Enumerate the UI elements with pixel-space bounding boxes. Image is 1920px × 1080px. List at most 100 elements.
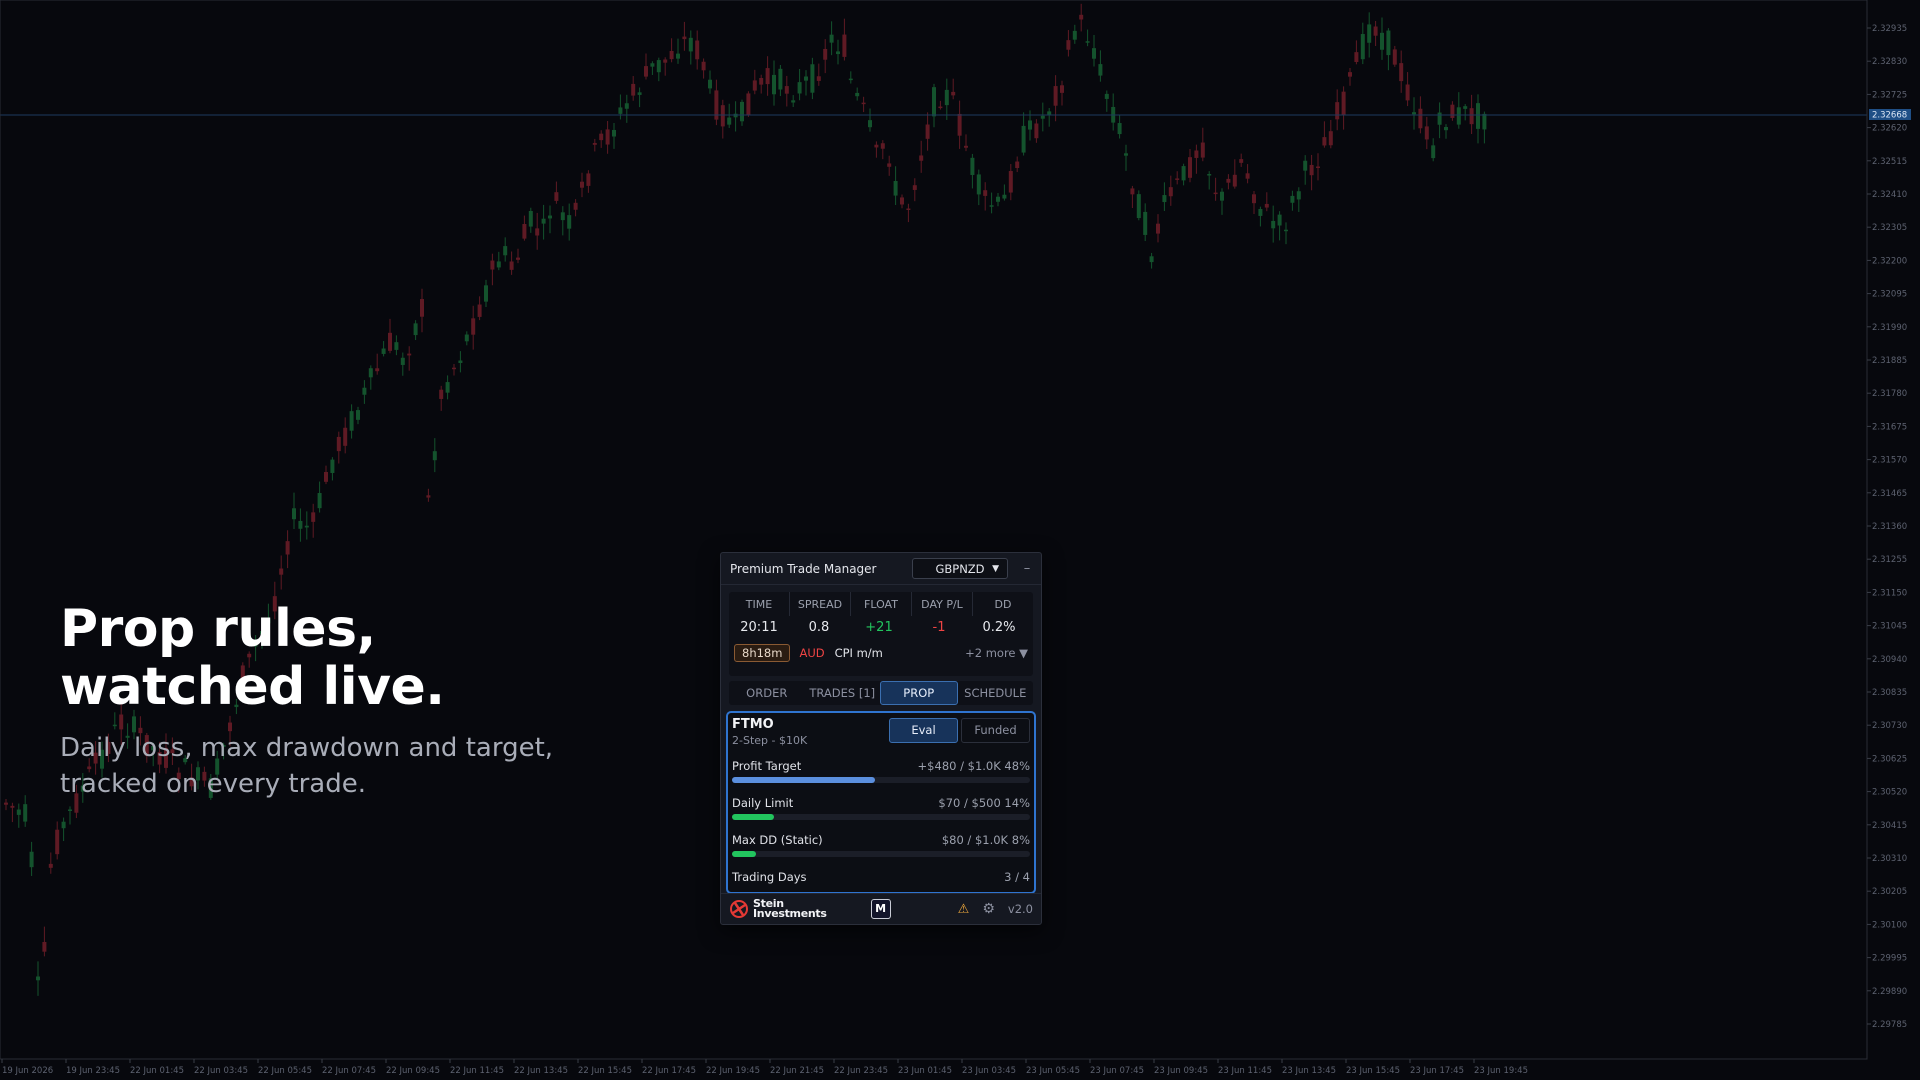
candle-body [720, 105, 725, 127]
time-label: 23 Jun 15:45 [1346, 1066, 1400, 1076]
price-label: 2.30730 [1872, 721, 1907, 731]
candle-body [4, 802, 8, 805]
candle-body [1322, 137, 1327, 146]
candle-body [1335, 102, 1340, 120]
symbol-select[interactable]: GBPNZD ▼ [912, 558, 1008, 579]
candle-body [1360, 34, 1365, 60]
tab-schedule[interactable]: SCHEDULE [958, 682, 1034, 704]
candle-body [1412, 112, 1416, 115]
tab-order[interactable]: ORDER [729, 682, 805, 704]
candle-body [861, 102, 866, 105]
tab-prop[interactable]: PROP [880, 681, 958, 705]
candle-body [759, 78, 764, 85]
candle-body [880, 143, 885, 149]
candle-body [528, 210, 533, 227]
price-label: 2.30835 [1872, 688, 1907, 698]
time-label: 22 Jun 21:45 [770, 1066, 824, 1076]
candle-body [330, 459, 335, 473]
candle-body [55, 829, 60, 855]
gear-icon[interactable]: ⚙ [982, 901, 995, 917]
candle-body [772, 74, 776, 95]
stats-header-day-pl: DAY P/L [912, 592, 973, 616]
candle-body [61, 821, 66, 829]
candle-body [1258, 209, 1263, 216]
progress-fill [732, 814, 774, 820]
chevron-down-icon: ▼ [992, 563, 999, 574]
candle-body [432, 451, 437, 461]
candle-body [631, 83, 636, 96]
candle-body [580, 181, 584, 188]
time-label: 23 Jun 19:45 [1474, 1066, 1528, 1076]
candle-body [1450, 104, 1455, 118]
rule-label: Trading Days [732, 870, 807, 884]
price-label: 2.32830 [1872, 57, 1907, 67]
day-pl-value: -1 [932, 620, 946, 635]
candle-body [848, 78, 853, 81]
candle-body [1136, 194, 1141, 219]
candle-body [36, 976, 40, 981]
candle-body [816, 76, 821, 81]
candle-body [797, 82, 802, 94]
firm-name: FTMO [732, 717, 774, 732]
candle-body [1418, 108, 1423, 129]
candle-body [1328, 131, 1333, 146]
candle-body [279, 568, 284, 575]
candle-body [1130, 188, 1135, 195]
candle-body [1444, 127, 1448, 131]
candle-body [349, 411, 354, 431]
price-label: 2.30310 [1872, 854, 1907, 864]
candle-body [471, 318, 476, 335]
price-label: 2.31570 [1872, 456, 1907, 466]
spread-value: 0.8 [808, 620, 830, 635]
rule-label: Profit Target [732, 759, 802, 773]
minimize-button[interactable]: – [1022, 561, 1032, 576]
funded-mode-button[interactable]: Funded [961, 718, 1030, 743]
tab-trades[interactable]: TRADES [1] [805, 682, 881, 704]
candle-body [1424, 126, 1429, 140]
time-label: 23 Jun 09:45 [1154, 1066, 1208, 1076]
candle-body [682, 36, 687, 40]
candle-body [548, 215, 552, 219]
candle-body [1284, 229, 1288, 232]
price-label: 2.30415 [1872, 821, 1907, 831]
candle-body [663, 59, 668, 63]
candle-body [1162, 195, 1167, 203]
eval-mode-button[interactable]: Eval [889, 718, 958, 743]
candle-body [1437, 112, 1442, 125]
warning-icon[interactable]: ⚠ [958, 902, 970, 917]
candle-body [810, 64, 815, 93]
time-label: 22 Jun 13:45 [514, 1066, 568, 1076]
candle-body [464, 334, 469, 342]
rule-label: Daily Limit [732, 796, 794, 810]
logo-icon [730, 900, 748, 918]
time-value: 20:11 [740, 620, 778, 635]
price-label: 2.30520 [1872, 788, 1907, 798]
price-label: 2.29995 [1872, 954, 1907, 964]
candle-body [1264, 203, 1269, 208]
more-news-toggle[interactable]: +2 more ▼ [965, 646, 1028, 660]
m-button[interactable]: M [870, 899, 891, 919]
rule-value: $70 / $500 14% [938, 796, 1030, 810]
time-label: 19 Jun 23:45 [66, 1066, 120, 1076]
trade-manager-panel: Premium Trade Manager GBPNZD ▼ – TIME SP… [720, 552, 1042, 925]
daily-limit-rule: Daily Limit $70 / $500 14% [732, 790, 1030, 827]
stats-header-spread: SPREAD [790, 592, 851, 616]
time-label: 23 Jun 07:45 [1090, 1066, 1144, 1076]
time-label: 22 Jun 09:45 [386, 1066, 440, 1076]
firm-info: FTMO 2-Step - $10K [732, 713, 889, 753]
price-label: 2.31780 [1872, 389, 1907, 399]
candle-body [944, 89, 949, 106]
float-value: +21 [865, 620, 893, 635]
candle-body [1431, 145, 1436, 159]
candle-body [1028, 120, 1032, 130]
candle-body [656, 60, 661, 73]
candle-body [1040, 115, 1045, 119]
price-label: 2.31885 [1872, 356, 1907, 366]
svg-text:2.32668: 2.32668 [1872, 111, 1907, 121]
candle-body [458, 360, 463, 363]
candle-body [1309, 164, 1314, 176]
candle-body [1469, 108, 1474, 125]
candle-body [989, 205, 994, 207]
candle-body [746, 93, 751, 115]
candle-body [605, 129, 610, 145]
